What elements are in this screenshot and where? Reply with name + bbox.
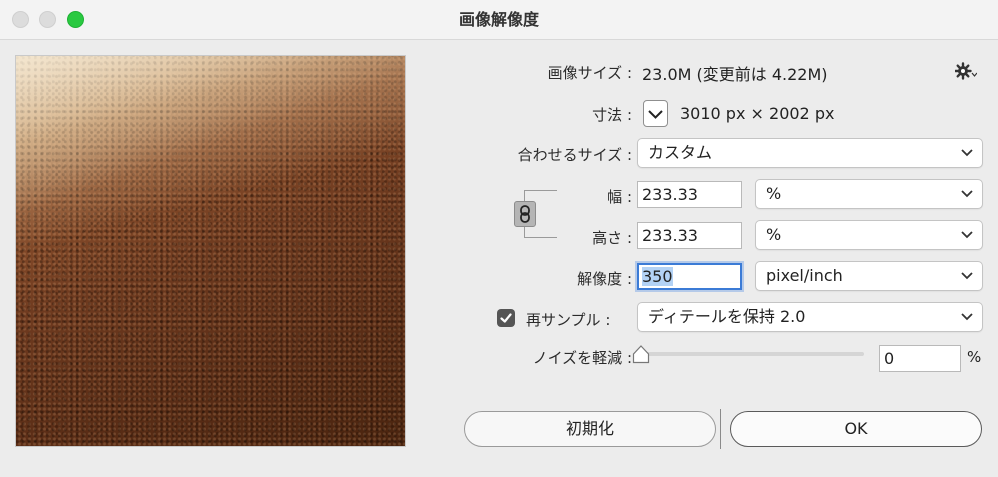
chevron-down-icon [961,272,973,280]
resolution-value: 350 [642,267,673,286]
resolution-label: 解像度 : [577,270,632,288]
noise-reduction-slider-thumb[interactable] [632,345,650,364]
noise-reduction-label: ノイズを軽減 : [532,349,632,367]
height-field[interactable]: 233.33 [637,222,742,249]
image-preview[interactable] [15,55,406,447]
width-unit-select[interactable]: % [755,179,983,209]
height-unit-select[interactable]: % [755,220,983,250]
height-label: 高さ : [592,229,632,247]
resolution-unit-value: pixel/inch [766,266,843,285]
ok-button[interactable]: OK [730,411,982,447]
width-field[interactable]: 233.33 [637,181,742,208]
chevron-down-icon [961,149,973,157]
chevron-down-icon [961,231,973,239]
image-size-dialog: 画像解像度 画像サイズ : 23.0M (変更前は 4.22M) 寸法 : 30… [0,0,998,477]
resolution-unit-select[interactable]: pixel/inch [755,261,983,291]
constrain-proportions-button[interactable] [514,201,536,227]
resample-checkbox[interactable] [497,309,515,327]
link-icon [520,205,530,223]
image-size-label: 画像サイズ : [547,64,632,82]
chevron-down-icon [961,313,973,321]
noise-reduction-field[interactable]: 0 [879,345,961,372]
fit-to-value: カスタム [648,143,713,162]
height-unit-value: % [766,225,782,244]
image-size-value: 23.0M (変更前は 4.22M) [642,65,828,84]
width-unit-value: % [766,184,782,203]
dimensions-label: 寸法 : [592,106,632,124]
dimensions-value: 3010 px × 2002 px [680,104,835,123]
title-bar: 画像解像度 [0,0,998,40]
resample-method-select[interactable]: ディテールを保持 2.0 [637,302,983,332]
chevron-down-icon [648,110,663,119]
resample-method-value: ディテールを保持 2.0 [648,307,806,326]
chevron-down-icon [961,190,973,198]
fit-to-label: 合わせるサイズ : [517,146,632,164]
dialog-title: 画像解像度 [458,10,539,29]
gear-icon[interactable] [954,62,978,80]
fit-to-select[interactable]: カスタム [637,138,983,168]
resample-label: 再サンプル : [526,311,611,329]
checkmark-icon [500,313,512,323]
noise-reduction-unit: % [967,348,982,366]
reset-button[interactable]: 初期化 [464,411,716,447]
resolution-field[interactable]: 350 [637,263,742,290]
preview-image [16,56,405,446]
button-divider [720,409,721,449]
width-label: 幅 : [607,188,632,206]
noise-reduction-slider-track[interactable] [640,352,864,356]
dimensions-toggle-button[interactable] [643,100,668,127]
